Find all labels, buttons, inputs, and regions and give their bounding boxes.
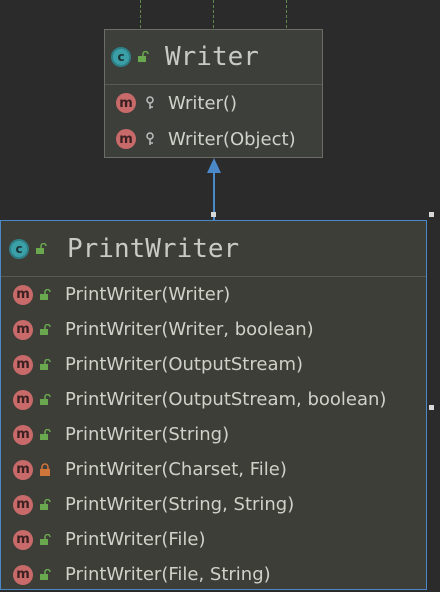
method-icon: m [13,424,33,445]
class-header: c Writer [105,30,322,85]
public-lock-icon [37,322,53,338]
protected-key-icon [142,131,158,147]
method-row[interactable]: m PrintWriter(Writer) [1,277,426,312]
method-icon: m [116,93,136,113]
method-icon: m [13,354,33,375]
public-lock-icon [37,392,53,408]
public-lock-icon [37,497,53,513]
class-title: PrintWriter [67,233,240,264]
public-lock-icon [37,427,53,443]
method-icon: m [13,529,33,550]
method-label: PrintWriter(File, String) [65,564,271,585]
method-icon: m [13,319,33,340]
method-label: PrintWriter(Writer, boolean) [65,319,314,340]
printwriter-class-node[interactable]: c PrintWriter m PrintWriter(Writer) m Print… [0,220,427,590]
public-lock-icon [135,49,151,65]
method-label: PrintWriter(OutputStream) [65,354,304,375]
public-lock-icon [37,532,53,548]
method-icon: m [13,459,33,480]
dependency-line [213,0,214,28]
method-label: PrintWriter(File) [65,529,206,550]
method-row[interactable]: m Writer() [105,85,322,121]
method-icon: m [13,564,33,585]
method-row[interactable]: m PrintWriter(Writer, boolean) [1,312,426,347]
method-label: PrintWriter(OutputStream, boolean) [65,389,387,410]
dependency-line [140,0,141,28]
method-icon: m [116,129,136,149]
method-row[interactable]: m PrintWriter(OutputStream) [1,347,426,382]
selection-handle[interactable] [429,212,434,217]
method-label: PrintWriter(Writer) [65,284,231,305]
selection-handle[interactable] [211,212,216,217]
method-list: m PrintWriter(Writer) m PrintWriter(Writer,… [1,277,426,592]
public-lock-icon [37,567,53,583]
method-label: PrintWriter(String) [65,424,230,445]
protected-key-icon [142,95,158,111]
method-row[interactable]: m PrintWriter(Charset, File) [1,452,426,487]
method-row[interactable]: m PrintWriter(File, String) [1,557,426,592]
writer-class-node[interactable]: c Writer m Writer() m Writer(Object) [104,29,323,158]
public-lock-icon [37,287,53,303]
method-label: Writer(Object) [168,128,296,150]
method-label: PrintWriter(String, String) [65,494,295,515]
method-row[interactable]: m PrintWriter(File) [1,522,426,557]
selection-handle[interactable] [429,405,434,410]
method-label: PrintWriter(Charset, File) [65,459,287,480]
private-lock-icon [37,462,53,478]
method-icon: m [13,494,33,515]
method-label: Writer() [168,92,237,114]
method-row[interactable]: m PrintWriter(String, String) [1,487,426,522]
class-icon: c [111,47,131,67]
method-icon: m [13,389,33,410]
method-row[interactable]: m PrintWriter(String) [1,417,426,452]
class-title: Writer [165,42,259,72]
dependency-line [286,0,287,28]
public-lock-icon [37,357,53,373]
class-header: c PrintWriter [1,221,426,277]
method-icon: m [13,284,33,305]
method-row[interactable]: m Writer(Object) [105,121,322,157]
method-row[interactable]: m PrintWriter(OutputStream, boolean) [1,382,426,417]
class-icon: c [9,238,29,259]
public-lock-icon [33,241,49,257]
